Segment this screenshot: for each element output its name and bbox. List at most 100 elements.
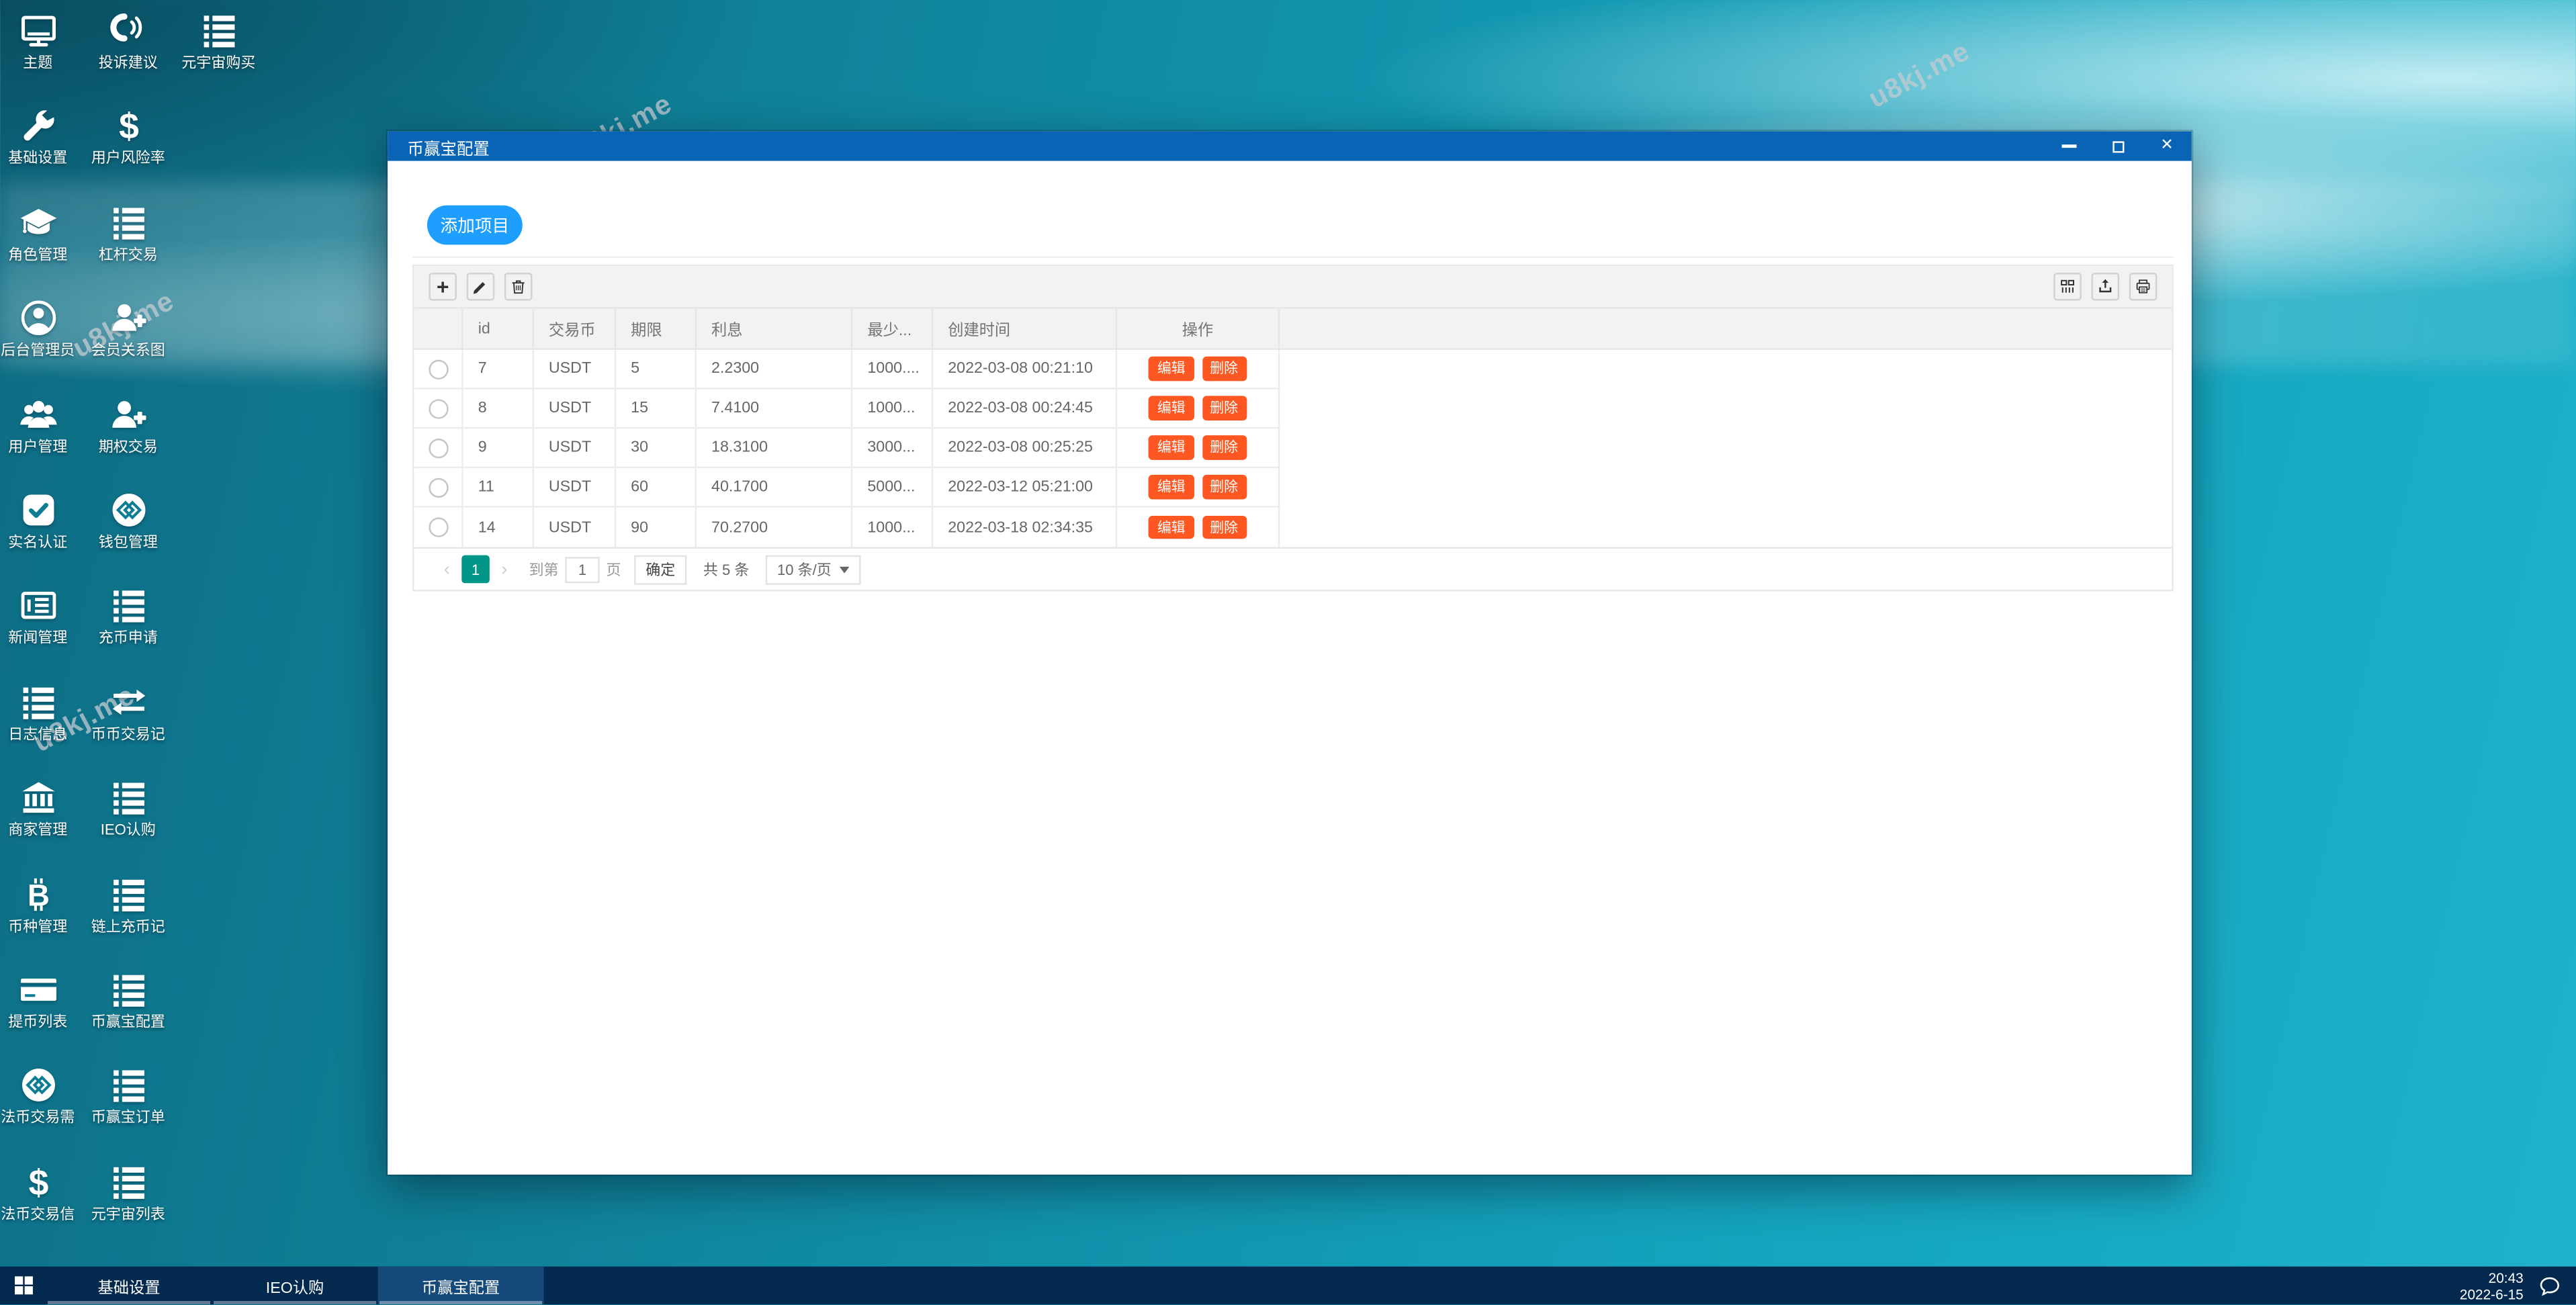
delete-button[interactable]: 删除 (1202, 435, 1247, 460)
taskbar-clock[interactable]: 20:43 2022-6-15 (2460, 1269, 2524, 1302)
pagination-bar: ‹ 1 › 到第 页 确定 共 5 条 10 条/页 (414, 547, 2172, 590)
edit-button[interactable]: 编辑 (1149, 357, 1194, 381)
close-button[interactable]: ✕ (2142, 132, 2191, 161)
row-radio[interactable] (428, 359, 448, 379)
row-radio[interactable] (428, 398, 448, 418)
desktop-icon[interactable]: 币赢宝订单 (71, 1065, 185, 1126)
table-row: 14 USDT 90 70.2700 1000... 2022-03-18 02:34:3… (414, 507, 2172, 547)
edit-button[interactable]: 编辑 (1149, 396, 1194, 420)
goto-page-input[interactable] (565, 555, 600, 583)
window-body: 添加项目 + id 交易币 期限 利息 最少... 创建时间 操作 7 USDT 5 2.2300… (388, 161, 2192, 1175)
gem-icon (107, 490, 148, 531)
desktop-icon[interactable]: 用户风险率 (71, 105, 185, 167)
edit-pencil-icon (472, 277, 490, 296)
desktop-icon[interactable]: 元宇宙购买 (161, 10, 276, 71)
desktop-icon[interactable]: 元宇宙列表 (71, 1161, 185, 1222)
table-cell: 2022-03-08 00:25:25 (933, 429, 1118, 469)
row-radio[interactable] (428, 477, 448, 497)
table-cell: 90 (616, 507, 697, 547)
taskbar-items: 基础设置 IEO认购 币赢宝配置 (46, 1266, 544, 1305)
table-header-cell: 操作 (1117, 308, 1280, 349)
toolbar-delete-button[interactable] (504, 273, 533, 301)
desktop-icon[interactable]: 钱包管理 (71, 490, 185, 550)
desktop-icon[interactable]: 期权交易 (71, 394, 185, 454)
page-unit-label: 页 (606, 561, 621, 578)
delete-button[interactable]: 删除 (1202, 475, 1247, 499)
table-cell-filler (1280, 390, 2172, 429)
table-cell: 8 (463, 389, 534, 429)
window-titlebar[interactable]: 币赢宝配置 ✕ (388, 131, 2192, 161)
table-cell: 18.3100 (697, 429, 853, 469)
taskbar-item[interactable]: 基础设置 (46, 1267, 212, 1305)
desktop-icon-label: 用户风险率 (91, 150, 165, 167)
table-cell: 7.4100 (697, 389, 853, 429)
list-icon (107, 969, 148, 1010)
table-cell-filler (1280, 508, 2172, 547)
close-icon: ✕ (2160, 136, 2174, 155)
desktop-icon-label: 币赢宝订单 (91, 1109, 165, 1126)
table-header-cell (414, 308, 463, 349)
toolbar-add-button[interactable]: + (429, 273, 457, 301)
filter-columns-button[interactable] (2053, 273, 2082, 301)
table-cell-select (414, 468, 463, 508)
table-cell: 30 (616, 429, 697, 469)
desktop-icon[interactable]: 币币交易记 (71, 682, 185, 742)
edit-button[interactable]: 编辑 (1149, 515, 1194, 539)
table-card: + id 交易币 期限 利息 最少... 创建时间 操作 7 USDT 5 2.2300 1000.… (412, 264, 2174, 592)
edit-button[interactable]: 编辑 (1149, 435, 1194, 460)
desktop-icon[interactable]: 杠杆交易 (71, 201, 185, 263)
delete-button[interactable]: 删除 (1202, 396, 1247, 420)
table-cell: 3000... (852, 429, 934, 469)
desktop-icon-label: 币赢宝配置 (91, 1014, 165, 1030)
maximize-button[interactable] (2093, 132, 2142, 161)
desktop: u8kj.meu8kj.meu8kj.meu8kj.meu8kj.meu8kj.… (0, 0, 2576, 1305)
table-cell: 70.2700 (697, 507, 853, 547)
dollar-icon (17, 1161, 58, 1202)
table-header-filler (1280, 309, 2172, 349)
minimize-button[interactable] (2044, 132, 2093, 161)
taskbar: 基础设置 IEO认购 币赢宝配置 20:43 2022-6-15 (0, 1266, 2576, 1305)
table-row: 8 USDT 15 7.4100 1000... 2022-03-08 00:24:45 编… (414, 389, 2172, 429)
window-controls: ✕ (2044, 132, 2192, 161)
desktop-icon[interactable]: 充币申请 (71, 586, 185, 646)
table-cell: 1000... (852, 507, 934, 547)
export-button[interactable] (2091, 273, 2120, 301)
desktop-icon[interactable]: 链上充币记 (71, 873, 185, 934)
minimize-icon (2061, 144, 2076, 148)
prev-page-button[interactable]: ‹ (435, 559, 458, 579)
delete-button[interactable]: 删除 (1202, 515, 1247, 539)
desktop-icon-label: 元宇宙列表 (91, 1205, 165, 1222)
notification-bubble-button[interactable] (2538, 1274, 2561, 1297)
add-project-button[interactable]: 添加项目 (427, 205, 523, 245)
row-radio[interactable] (428, 517, 448, 537)
goto-confirm-button[interactable]: 确定 (634, 554, 687, 584)
page-number-button[interactable]: 1 (461, 555, 490, 584)
print-button[interactable] (2129, 273, 2158, 301)
list-icon (107, 777, 148, 818)
desktop-icon[interactable]: IEO认购 (71, 777, 185, 838)
table-cell: 60 (616, 468, 697, 508)
edit-button[interactable]: 编辑 (1149, 475, 1194, 499)
table-cell-actions: 编辑 删除 (1117, 349, 1280, 390)
taskbar-item[interactable]: IEO认购 (212, 1267, 378, 1305)
next-page-button[interactable]: › (493, 559, 516, 579)
list-icon (107, 873, 148, 914)
wrench-icon (17, 105, 58, 146)
desktop-icon-label: 元宇宙购买 (181, 54, 256, 71)
row-radio[interactable] (428, 437, 448, 458)
taskbar-item[interactable]: 币赢宝配置 (377, 1266, 544, 1305)
user-plus-icon (107, 394, 148, 435)
content-divider (412, 256, 2174, 258)
table-cell: 2022-03-18 02:34:35 (933, 507, 1118, 547)
delete-button[interactable]: 删除 (1202, 357, 1247, 381)
toolbar-edit-button[interactable] (466, 273, 495, 301)
desktop-icon[interactable]: 会员关系图 (71, 298, 185, 359)
table-cell-select (414, 507, 463, 547)
start-button[interactable] (0, 1267, 46, 1305)
table-header-cell: 交易币 (534, 308, 617, 349)
list-icon (107, 1161, 148, 1202)
list-icon (17, 682, 58, 723)
desktop-icon[interactable]: 币赢宝配置 (71, 969, 185, 1030)
table-cell-actions: 编辑 删除 (1117, 468, 1280, 508)
per-page-select[interactable]: 10 条/页 (765, 554, 861, 584)
